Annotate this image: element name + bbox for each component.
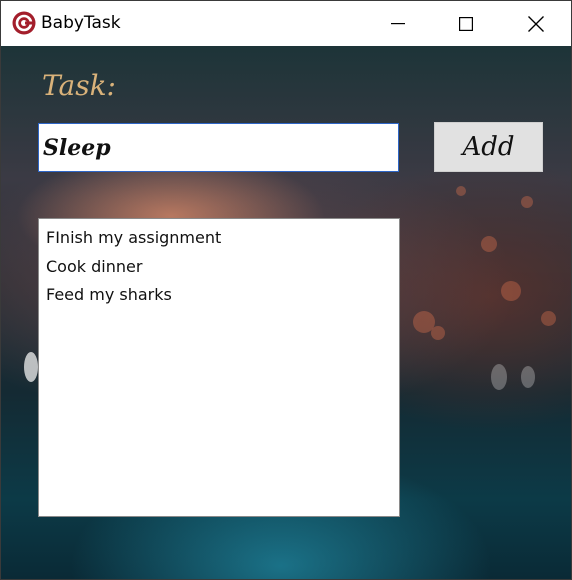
title-bar[interactable]: BabyTask xyxy=(1,1,571,46)
task-input[interactable] xyxy=(38,123,399,172)
close-button[interactable] xyxy=(508,1,564,46)
list-item[interactable]: Feed my sharks xyxy=(39,282,399,311)
main-panel: Task: Add FInish my assignment Cook dinn… xyxy=(1,46,571,579)
list-item[interactable]: FInish my assignment xyxy=(39,225,399,254)
app-window: BabyTask Task: Sleep Add FInish my assig… xyxy=(0,0,572,580)
add-button[interactable]: Add xyxy=(434,122,543,172)
list-item[interactable]: Cook dinner xyxy=(39,254,399,283)
task-label: Task: xyxy=(42,69,116,102)
maximize-icon xyxy=(459,16,473,31)
maximize-button[interactable] xyxy=(438,1,494,46)
babytask-app-icon xyxy=(12,11,36,35)
close-icon xyxy=(528,15,544,32)
minimize-button[interactable] xyxy=(370,1,426,46)
task-list[interactable]: FInish my assignment Cook dinner Feed my… xyxy=(38,218,400,517)
window-title: BabyTask xyxy=(41,13,121,33)
minimize-icon xyxy=(391,22,405,24)
